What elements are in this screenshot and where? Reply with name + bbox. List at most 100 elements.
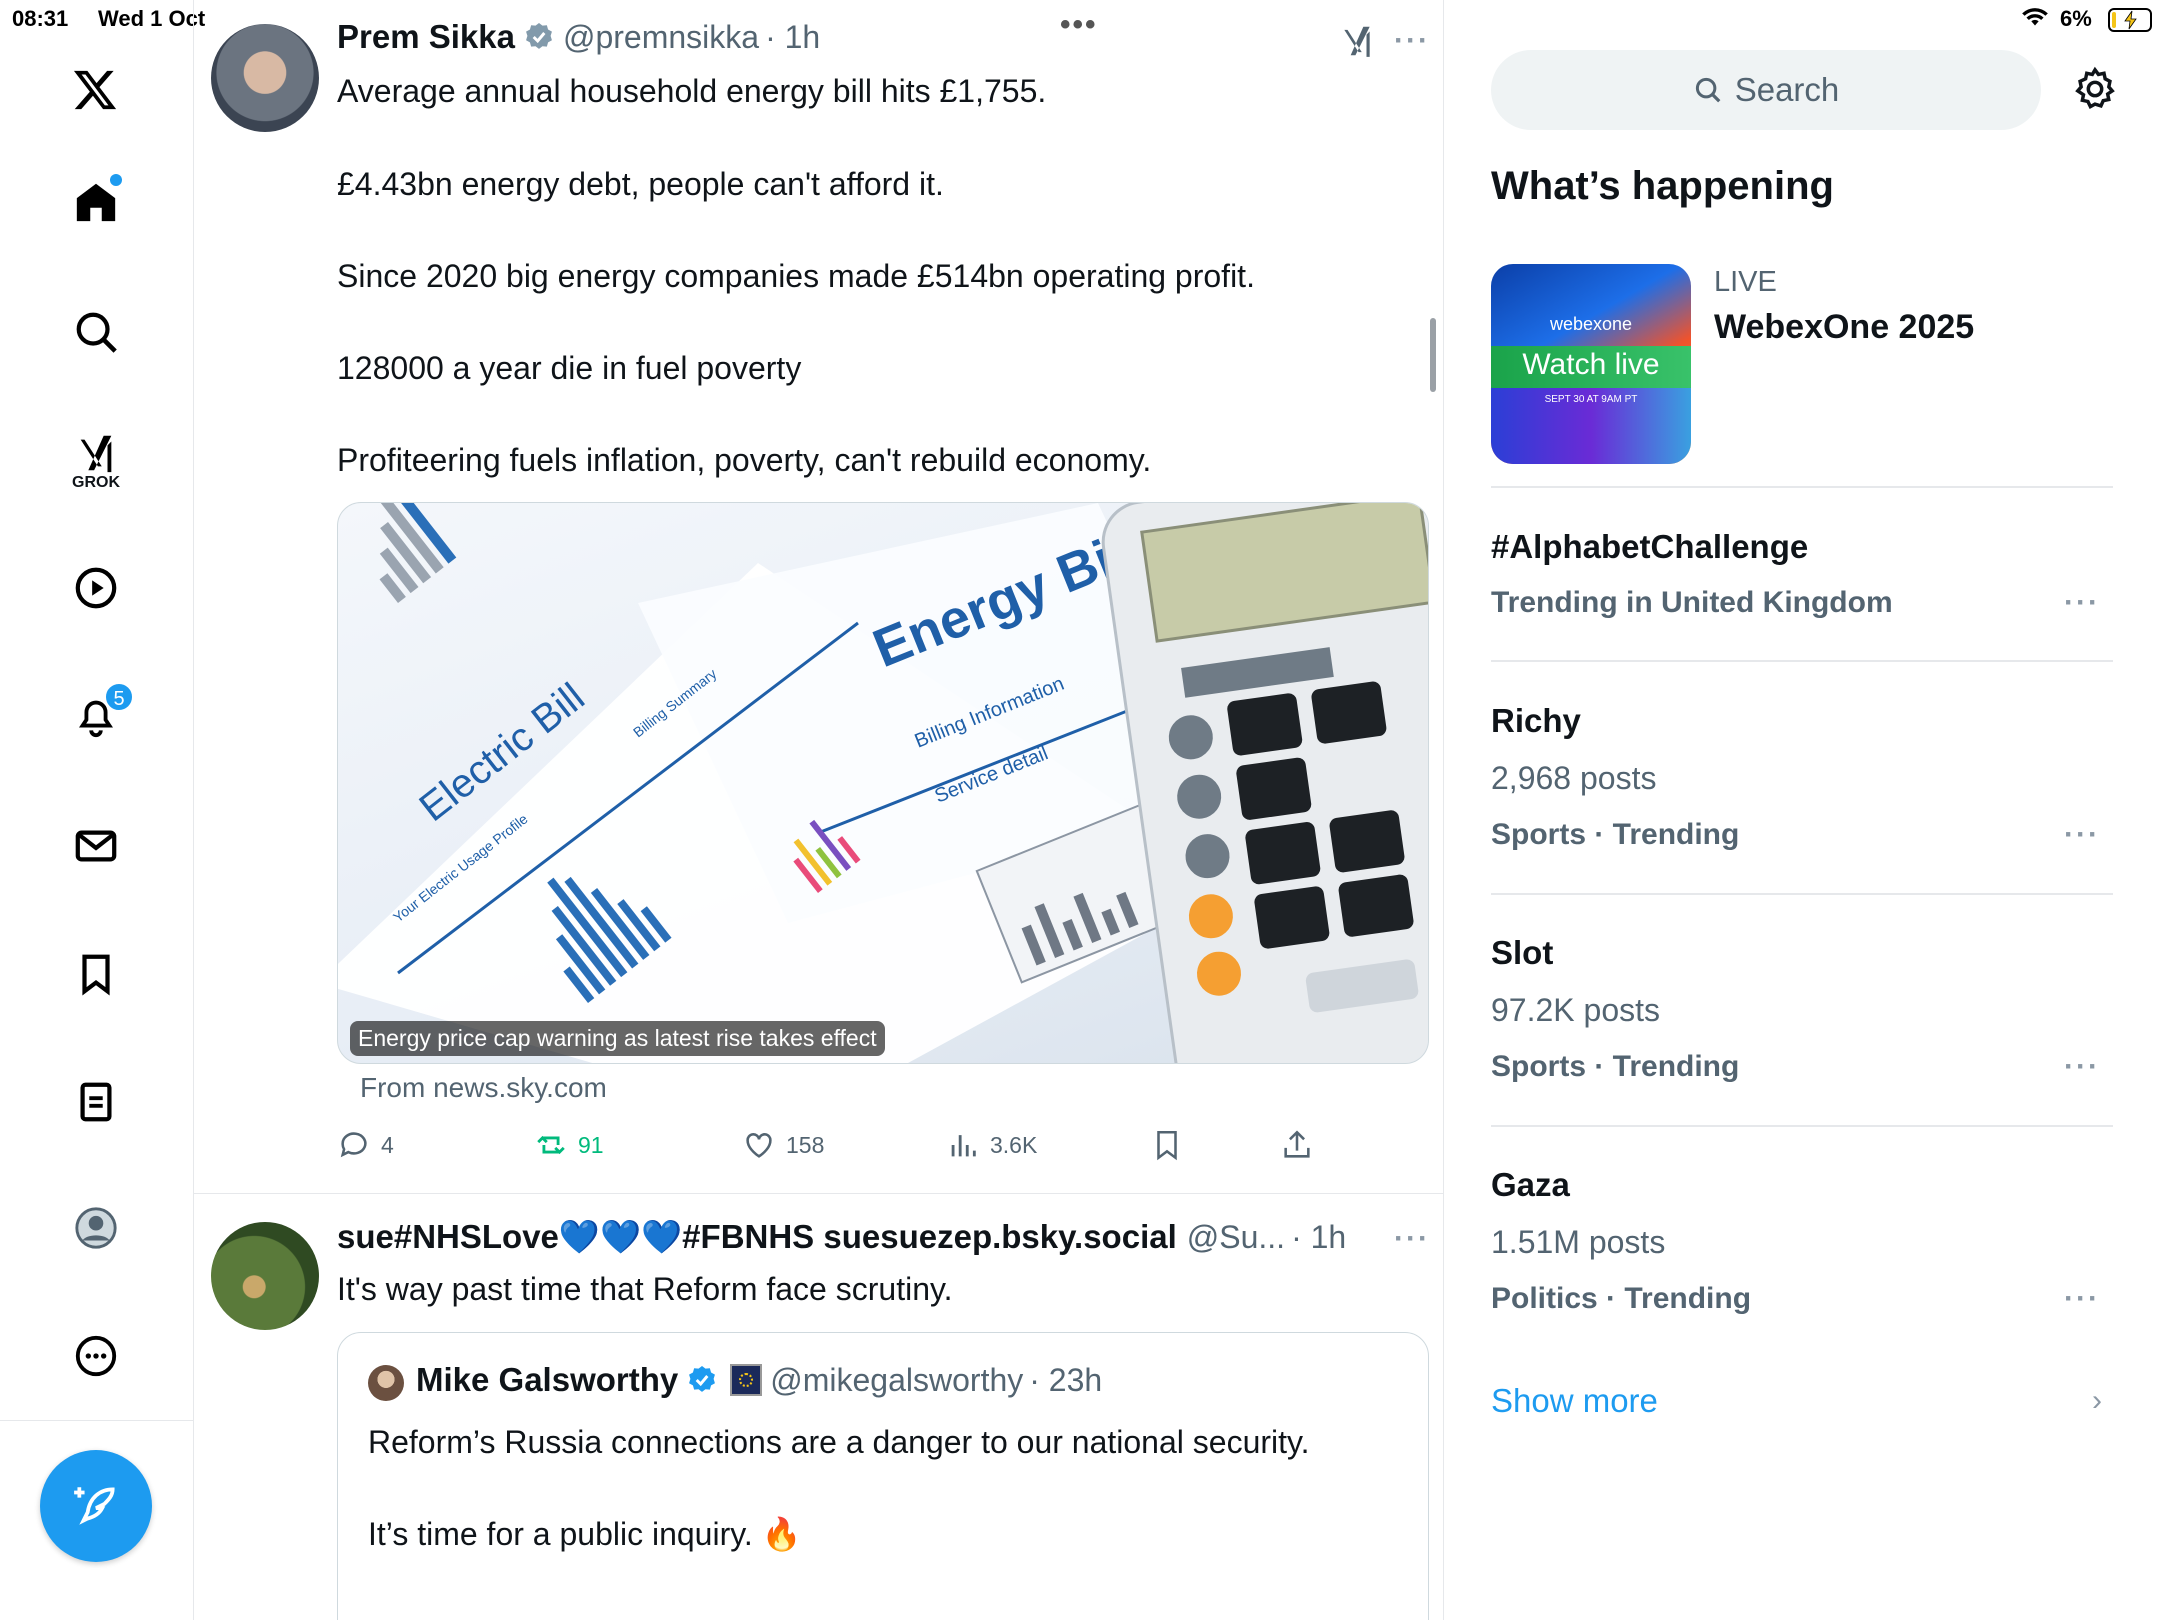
- live-thumb-date: SEPT 30 AT 9AM PT: [1544, 394, 1638, 405]
- reply-action[interactable]: 4: [337, 1128, 394, 1162]
- eu-flag-icon: [730, 1364, 763, 1396]
- quote-line-2: It’s time for a public inquiry. 🔥: [368, 1516, 802, 1552]
- trend-4-title[interactable]: Gaza: [1491, 1166, 1570, 1204]
- explore-search-icon[interactable]: [70, 306, 122, 358]
- trend-divider: [1491, 660, 2113, 662]
- tweet2-author-avatar[interactable]: [211, 1222, 319, 1330]
- trend-2-more-icon[interactable]: ···: [2064, 818, 2100, 852]
- like-action[interactable]: 158: [742, 1128, 824, 1162]
- right-sidebar: Search What’s happening webexone Watch l…: [1444, 0, 2160, 1620]
- trend-1-category: Trending in United Kingdom: [1491, 586, 1893, 619]
- reply-count: 4: [381, 1131, 394, 1158]
- live-thumb-watch: Watch live: [1522, 348, 1660, 381]
- lists-icon[interactable]: [70, 1076, 122, 1128]
- grok-label: GROK: [72, 474, 120, 491]
- bookmark-action[interactable]: [1150, 1128, 1184, 1162]
- bookmarks-icon[interactable]: [70, 948, 122, 1000]
- trend-3-more-icon[interactable]: ···: [2064, 1050, 2100, 1084]
- trend-4-category: Politics · Trending: [1491, 1282, 1752, 1315]
- tweet-author-avatar[interactable]: [211, 24, 319, 132]
- compose-feather-icon: [74, 1487, 115, 1525]
- nav-divider: [0, 1420, 194, 1421]
- search-box[interactable]: Search: [1491, 50, 2041, 130]
- calculator-illustration: [1101, 503, 1428, 1063]
- notifications-bell-icon[interactable]: 5: [70, 682, 134, 742]
- trend-1-more-icon[interactable]: ···: [2064, 586, 2100, 620]
- trend-2-category: Sports · Trending: [1491, 818, 1740, 851]
- grok-nav-item[interactable]: GROK: [70, 426, 122, 496]
- tweet-line-4: 128000 a year die in fuel poverty: [337, 350, 802, 386]
- more-options-icon[interactable]: [70, 1330, 122, 1382]
- repost-icon: [537, 1135, 565, 1155]
- settings-gear-icon[interactable]: [2072, 66, 2120, 114]
- tweet-header: Prem Sikka @premnsikka · 1h: [337, 18, 820, 56]
- tweet-more-icon[interactable]: ···: [1394, 24, 1430, 58]
- tweet2-more-icon[interactable]: ···: [1394, 1222, 1430, 1256]
- trend-3-title[interactable]: Slot: [1491, 934, 1553, 972]
- trend-2-title[interactable]: Richy: [1491, 702, 1581, 740]
- tweet-line-5: Profiteering fuels inflation, poverty, c…: [337, 442, 1152, 478]
- video-play-icon[interactable]: [70, 562, 122, 614]
- tweet2-author-handle[interactable]: @Su...: [1187, 1219, 1285, 1256]
- bookmark-icon: [1157, 1130, 1177, 1161]
- trend-4-posts: 1.51M posts: [1491, 1224, 1666, 1260]
- show-more-chevron-icon[interactable]: ›: [2092, 1384, 2102, 1418]
- search-icon: [1695, 77, 1721, 103]
- energy-bill-illustration: Electric Bill Energy Bill Billing Inform…: [338, 503, 1428, 1063]
- trend-divider: [1491, 486, 2113, 488]
- live-event-thumbnail[interactable]: webexone Watch live SEPT 30 AT 9AM PT: [1491, 264, 1691, 464]
- compose-post-button[interactable]: [40, 1450, 152, 1562]
- quote-time: · 23h: [1029, 1361, 1103, 1398]
- left-navigation: GROK 5: [0, 0, 194, 1620]
- live-event-title[interactable]: WebexOne 2025: [1714, 308, 1974, 347]
- quote-line-1: Reform’s Russia connections are a danger…: [368, 1424, 1310, 1460]
- share-icon: [1284, 1130, 1310, 1158]
- messages-mail-icon[interactable]: [70, 820, 122, 872]
- like-count: 158: [786, 1131, 825, 1158]
- whats-happening-heading: What’s happening: [1491, 164, 1834, 208]
- repost-action[interactable]: 91: [534, 1128, 604, 1162]
- quote-verified-badge-icon: [689, 1366, 716, 1392]
- home-icon[interactable]: [70, 174, 122, 228]
- tweet-separator: [194, 1193, 1444, 1194]
- share-action[interactable]: [1280, 1128, 1314, 1162]
- live-thumb-brand: webexone: [1549, 314, 1633, 334]
- tweet-author-name[interactable]: Prem Sikka: [337, 18, 515, 56]
- heart-icon: [746, 1133, 772, 1158]
- views-chart-icon: [951, 1135, 976, 1157]
- quote-header: Mike Galsworthy @mikegalsworthy · 23h: [416, 1361, 1102, 1399]
- repost-count: 91: [578, 1131, 604, 1158]
- quote-author-avatar: [368, 1365, 404, 1401]
- search-placeholder: Search: [1734, 71, 1840, 108]
- live-label: LIVE: [1714, 266, 1777, 298]
- grok-icon: [80, 435, 112, 473]
- tweet2-author-name[interactable]: sue#NHSLove💙💙💙#FBNHS suesuezep.bsky.soci…: [337, 1218, 1177, 1257]
- link-card-caption: Energy price cap warning as latest rise …: [350, 1021, 885, 1056]
- trend-4-more-icon[interactable]: ···: [2064, 1282, 2100, 1316]
- profile-avatar-icon[interactable]: [70, 1202, 122, 1254]
- tweet-time[interactable]: · 1h: [765, 19, 820, 56]
- trend-3-category: Sports · Trending: [1491, 1050, 1740, 1083]
- notifications-badge: 5: [104, 682, 134, 712]
- show-more-link[interactable]: Show more: [1491, 1382, 1658, 1420]
- timeline-scrollbar[interactable]: [1430, 318, 1436, 392]
- trend-2-posts: 2,968 posts: [1491, 760, 1657, 796]
- grok-explain-icon[interactable]: [1338, 22, 1378, 62]
- tweet-line-1: Average annual household energy bill hit…: [337, 73, 1047, 109]
- verified-badge-icon: [526, 23, 552, 49]
- views-action[interactable]: 3.6K: [946, 1128, 1037, 1162]
- tweet2-text: It's way past time that Reform face scru…: [337, 1271, 953, 1307]
- trend-1-title[interactable]: #AlphabetChallenge: [1491, 528, 1808, 566]
- tweet2-header: sue#NHSLove💙💙💙#FBNHS suesuezep.bsky.soci…: [337, 1218, 1346, 1257]
- reply-icon: [340, 1132, 367, 1158]
- tweet2-time[interactable]: · 1h: [1291, 1219, 1346, 1256]
- tweet-line-3: Since 2020 big energy companies made £51…: [337, 258, 1255, 294]
- quote-author-name: Mike Galsworthy: [416, 1361, 679, 1398]
- link-card-source[interactable]: From news.sky.com: [360, 1072, 607, 1104]
- quoted-tweet[interactable]: Mike Galsworthy @mikegalsworthy · 23h Re…: [337, 1332, 1429, 1620]
- link-card-image[interactable]: Electric Bill Energy Bill Billing Inform…: [337, 502, 1429, 1064]
- tweet-line-2: £4.43bn energy debt, people can't afford…: [337, 166, 944, 202]
- tweet-author-handle[interactable]: @premnsikka: [563, 19, 759, 56]
- quote-author-handle: @mikegalsworthy: [770, 1361, 1024, 1398]
- x-logo-icon[interactable]: [70, 64, 122, 116]
